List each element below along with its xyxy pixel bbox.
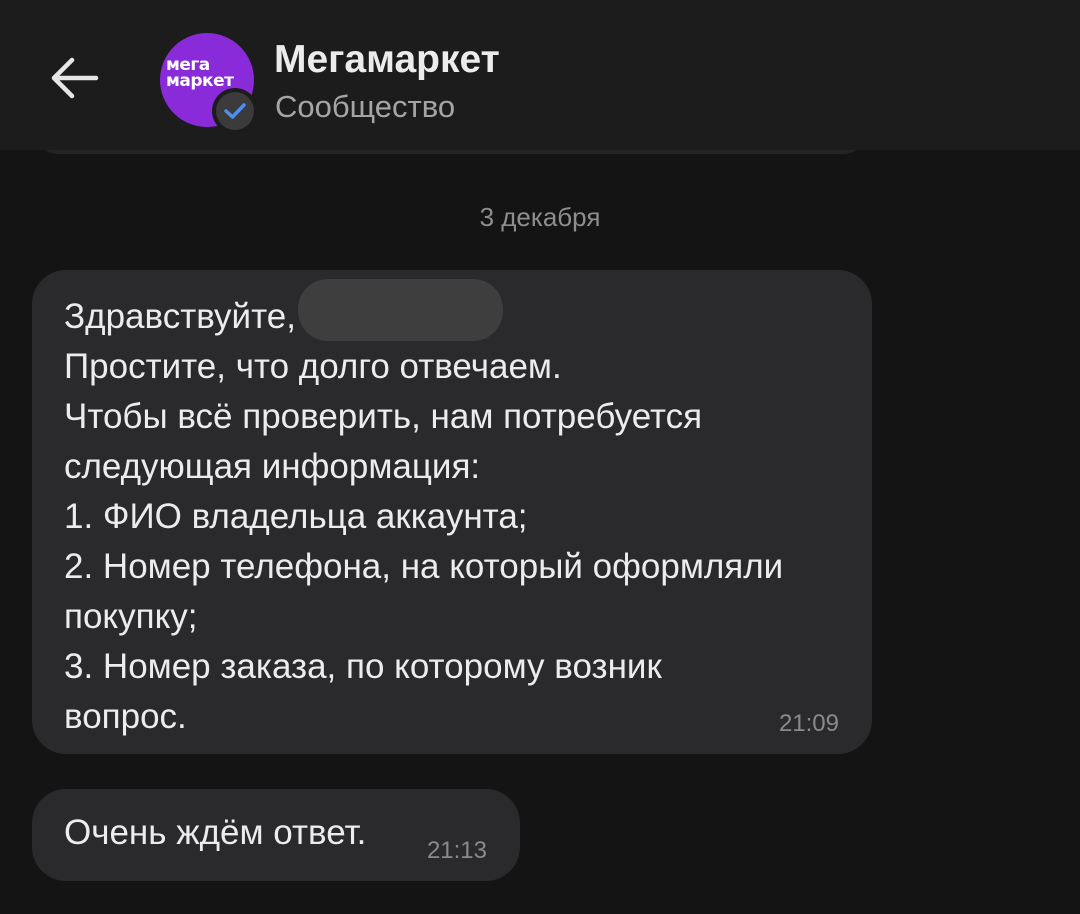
message-text: Здравствуйте, Простите, что долго отвеча… (64, 278, 783, 742)
chat-header: мега маркет Мегамаркет Сообщество (0, 0, 1080, 150)
arrow-left-icon (51, 57, 99, 99)
date-separator: 3 декабря (479, 202, 601, 232)
chat-subtitle: Сообщество (275, 89, 456, 124)
back-button[interactable] (36, 40, 112, 116)
message-time: 21:13 (426, 837, 487, 864)
message-bubble[interactable]: Очень ждём ответ. 21:13 (32, 789, 520, 881)
chat-title[interactable]: Мегамаркет (274, 38, 500, 82)
message-time: 21:09 (778, 710, 839, 737)
check-badge-icon (224, 103, 246, 119)
redacted-name (297, 278, 503, 341)
message-text: Очень ждём ответ. (64, 813, 367, 852)
verified-badge (212, 88, 258, 134)
message-bubble[interactable]: Здравствуйте, Простите, что долго отвеча… (32, 270, 872, 754)
chat-screen: мега маркет Мегамаркет Сообщество 3 дека… (0, 0, 1080, 914)
